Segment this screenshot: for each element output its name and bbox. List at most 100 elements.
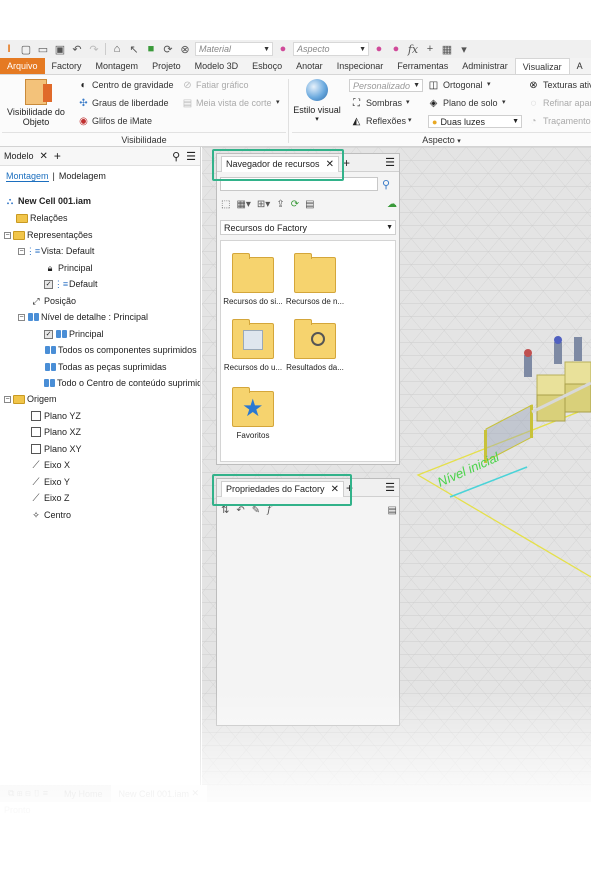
- tree-item-vista-principal[interactable]: 🔒︎ Principal: [44, 260, 93, 276]
- view-mode-icon[interactable]: ▦▾: [236, 199, 250, 210]
- reflections-dropdown-arrow[interactable]: ▾: [408, 116, 412, 124]
- collapse-toggle-icon[interactable]: −: [4, 395, 11, 403]
- menu-icon[interactable]: ☰: [385, 156, 395, 169]
- half-section-button[interactable]: Meia vista de corte: [196, 98, 272, 108]
- imate-glyphs-button[interactable]: Glifos de iMate: [92, 116, 152, 126]
- shadows-dropdown-arrow[interactable]: ▾: [406, 98, 410, 106]
- slice-graphics-button[interactable]: Fatiar gráfico: [196, 80, 249, 90]
- orthographic-button[interactable]: Ortogonal: [443, 80, 483, 90]
- window-layout-icons[interactable]: ⧉ ⊞ ⊟ ▯ ≡: [0, 785, 56, 802]
- add-tab-icon[interactable]: +: [343, 156, 350, 170]
- properties-options-icon[interactable]: ▤: [388, 505, 397, 516]
- refresh-icon[interactable]: ⟳: [291, 199, 299, 210]
- sort-az-icon[interactable]: ⇅: [221, 505, 229, 516]
- upload-icon[interactable]: ⇪: [276, 199, 284, 210]
- chevron-down-icon[interactable]: ▾: [457, 138, 461, 145]
- expression-icon[interactable]: f: [267, 505, 271, 516]
- subtab-modelagem[interactable]: Modelagem: [59, 171, 106, 181]
- shadows-button[interactable]: Sombras: [366, 98, 402, 108]
- tree-item-nivel-detalhe[interactable]: − Nível de detalhe : Principal: [18, 309, 148, 325]
- close-icon[interactable]: ✕: [40, 151, 48, 162]
- collapse-toggle-icon[interactable]: −: [18, 313, 25, 321]
- refine-button[interactable]: Refinar apar: [543, 98, 591, 108]
- model-browser-title[interactable]: Modelo: [4, 151, 34, 161]
- menu-icon[interactable]: ☰: [385, 481, 395, 494]
- tree-item-representacoes[interactable]: − Representações: [4, 227, 93, 243]
- lighting-style-dropdown[interactable]: ● Duas luzes ▼: [428, 115, 522, 128]
- asset-folder-search-results[interactable]: Resultados da...: [285, 319, 345, 372]
- tree-item-all-components-suppressed[interactable]: Todos os componentes suprimidos: [44, 342, 197, 358]
- add-tab-icon[interactable]: +: [54, 149, 61, 163]
- tree-item-centro[interactable]: ✧ Centro: [30, 507, 71, 523]
- undo-icon[interactable]: ↶: [236, 505, 244, 516]
- adjust-appearance-icon[interactable]: ●: [372, 42, 386, 56]
- doc-tab-file[interactable]: New Cell 001.iam ✕: [110, 785, 208, 802]
- open-file-icon[interactable]: ▭: [36, 42, 50, 56]
- redo-icon[interactable]: ↷: [87, 42, 101, 56]
- tree-item-vista-default[interactable]: ✓ ⋮≡ Default: [44, 276, 98, 292]
- tab-modelo-3d[interactable]: Modelo 3D: [188, 58, 246, 74]
- asset-folder-network[interactable]: Recursos de n...: [285, 253, 345, 306]
- sort-icon[interactable]: ⊞▾: [257, 199, 270, 210]
- edit-icon[interactable]: ✎: [252, 505, 260, 516]
- return-icon[interactable]: ■: [144, 42, 158, 56]
- clear-override-icon[interactable]: ●: [389, 42, 403, 56]
- appearance-dropdown[interactable]: Aspecto ▼: [293, 42, 369, 56]
- tab-montagem[interactable]: Montagem: [89, 58, 146, 74]
- tree-item-plano-xy[interactable]: Plano XY: [30, 441, 82, 457]
- customize-qat-icon[interactable]: ▾: [457, 42, 471, 56]
- tab-projeto[interactable]: Projeto: [145, 58, 188, 74]
- undo-icon[interactable]: ↶: [70, 42, 84, 56]
- subtab-montagem[interactable]: Montagem: [6, 171, 49, 182]
- asset-folder-system[interactable]: Recursos do si...: [223, 253, 283, 306]
- search-icon[interactable]: ⚲: [382, 178, 390, 191]
- inventor-logo-icon[interactable]: I: [2, 42, 16, 56]
- update-icon[interactable]: ⟳: [161, 42, 175, 56]
- asset-folder-favorites[interactable]: ★ Favoritos: [223, 387, 283, 440]
- clear-appearance-icon[interactable]: ⊗: [178, 42, 192, 56]
- tab-esboco[interactable]: Esboço: [245, 58, 289, 74]
- visibility-object-button[interactable]: Visibilidade do Objeto: [4, 79, 68, 131]
- select-icon[interactable]: ↖: [127, 42, 141, 56]
- tree-item-posicao[interactable]: ⤢ Posição: [30, 293, 76, 309]
- tab-factory[interactable]: Factory: [45, 58, 89, 74]
- new-asset-icon[interactable]: ⬚: [221, 199, 230, 210]
- tree-item-root[interactable]: ⛬ New Cell 001.iam: [4, 193, 91, 209]
- close-icon[interactable]: ✕: [192, 788, 200, 799]
- tree-item-plano-xz[interactable]: Plano XZ: [30, 424, 81, 440]
- collapse-toggle-icon[interactable]: −: [18, 247, 25, 255]
- center-gravity-button[interactable]: Centro de gravidade: [92, 80, 174, 90]
- tree-item-relacoes[interactable]: Relações: [16, 210, 68, 226]
- doc-tab-home[interactable]: My Home: [56, 785, 111, 802]
- tree-item-eixo-z[interactable]: ⟋ Eixo Z: [30, 490, 70, 506]
- asset-folder-user[interactable]: Recursos do u...: [223, 319, 283, 372]
- half-section-dropdown-arrow[interactable]: ▾: [276, 98, 280, 106]
- tree-item-eixo-y[interactable]: ⟋ Eixo Y: [30, 474, 70, 490]
- sync-icon[interactable]: ☁: [387, 199, 397, 210]
- add-icon[interactable]: +: [423, 42, 437, 56]
- tag-icon[interactable]: ▤: [305, 199, 314, 210]
- tree-item-origem[interactable]: − Origem: [4, 391, 57, 407]
- tab-overflow[interactable]: A: [570, 58, 590, 74]
- tree-item-content-center-suppressed[interactable]: Todo o Centro de conteúdo suprimido: [44, 375, 200, 391]
- raytracing-button[interactable]: Traçamento: [543, 116, 591, 126]
- material-dropdown[interactable]: Material ▼: [195, 42, 273, 56]
- tree-item-vista[interactable]: − ⋮≡ Vista: Default: [18, 243, 94, 259]
- tab-anotar[interactable]: Anotar: [289, 58, 330, 74]
- textures-button[interactable]: Texturas ativ: [543, 80, 591, 90]
- tab-ferramentas[interactable]: Ferramentas: [390, 58, 455, 74]
- save-icon[interactable]: ▣: [53, 42, 67, 56]
- tree-item-plano-yz[interactable]: Plano YZ: [30, 408, 81, 424]
- tab-arquivo[interactable]: Arquivo: [0, 58, 45, 74]
- orthographic-dropdown-arrow[interactable]: ▾: [487, 80, 491, 88]
- ilogic-icon[interactable]: ▦: [440, 42, 454, 56]
- ground-plane-dropdown-arrow[interactable]: ▾: [502, 98, 506, 106]
- tree-item-lod-principal[interactable]: ✓ Principal: [44, 326, 104, 342]
- search-icon[interactable]: ⚲: [172, 150, 180, 163]
- ground-plane-button[interactable]: Plano de solo: [443, 98, 498, 108]
- visual-style-button[interactable]: Estilo visual ▾: [292, 79, 342, 123]
- tree-item-eixo-x[interactable]: ⟋ Eixo X: [30, 457, 71, 473]
- asset-source-dropdown[interactable]: Recursos do Factory ▼: [220, 220, 396, 235]
- collapse-toggle-icon[interactable]: −: [4, 231, 11, 239]
- tab-visualizar[interactable]: Visualizar: [514, 58, 570, 74]
